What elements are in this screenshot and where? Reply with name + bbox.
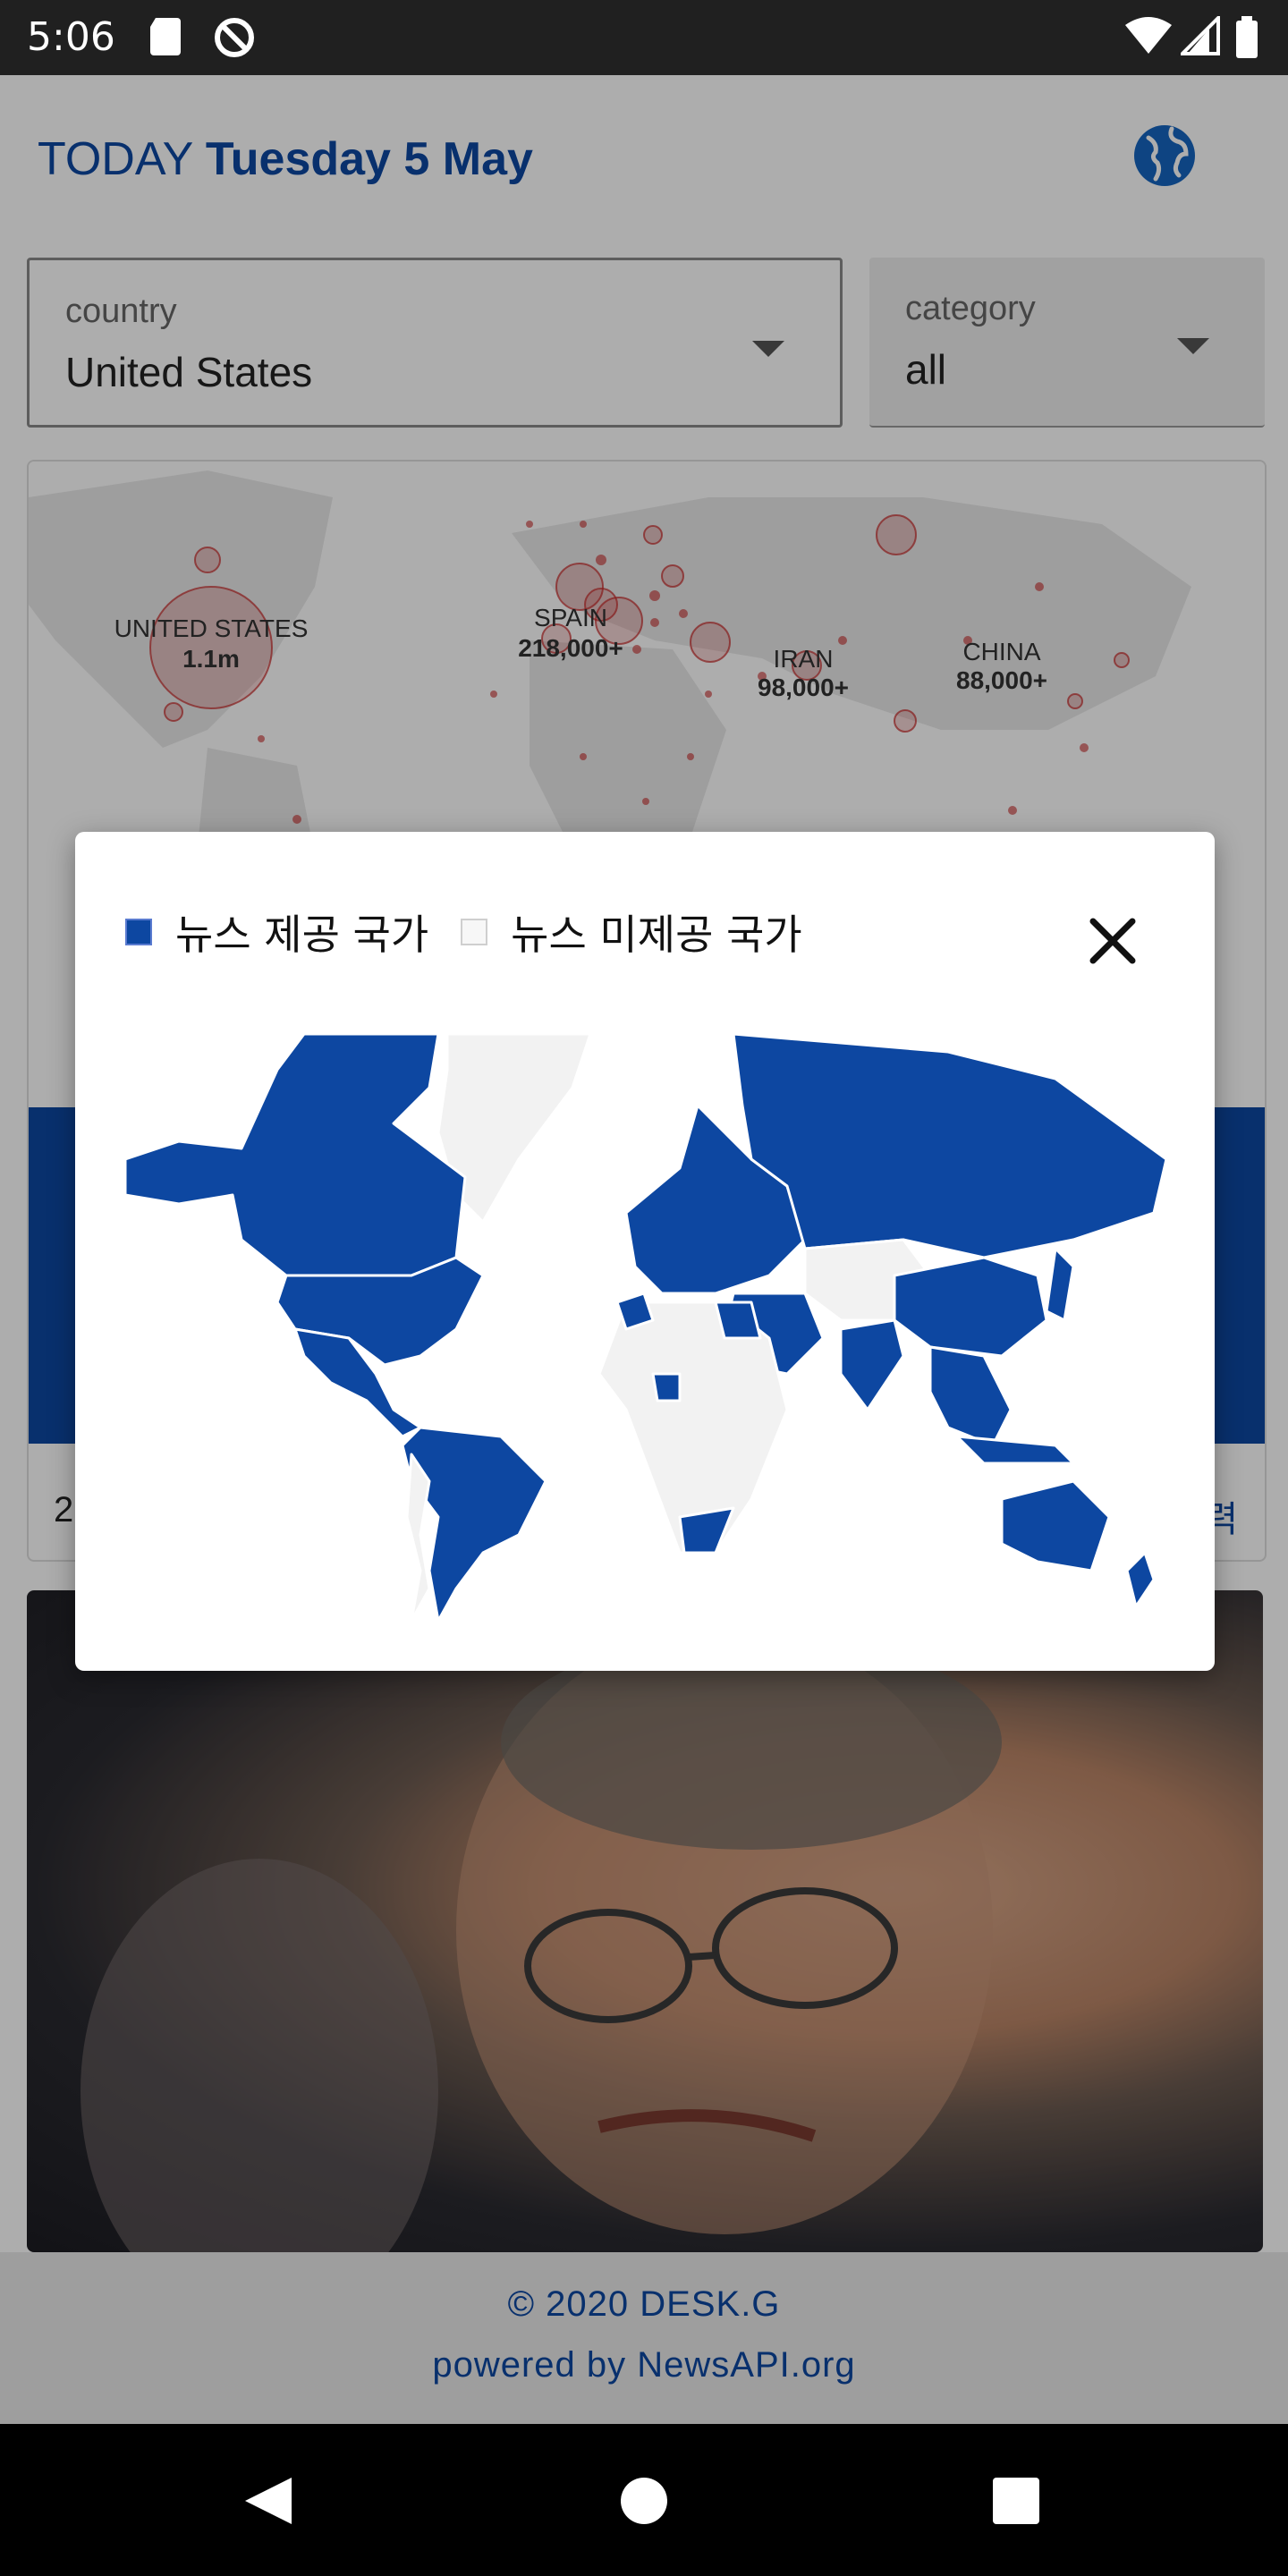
sd-card-icon [150, 18, 181, 55]
status-bar: 5:06 [0, 0, 1288, 75]
home-icon[interactable] [590, 2424, 698, 2576]
wifi-icon [1125, 17, 1172, 54]
signal-icon [1181, 16, 1220, 55]
battery-icon [1236, 16, 1258, 58]
legend-not-provided-swatch [461, 919, 488, 945]
map-legend: 뉴스 제공 국가 뉴스 미제공 국가 [125, 905, 802, 959]
system-nav-bar [0, 2424, 1288, 2576]
legend-provided-swatch [125, 919, 152, 945]
close-icon[interactable] [1077, 905, 1148, 977]
status-time: 5:06 [27, 14, 115, 60]
news-coverage-dialog: 뉴스 제공 국가 뉴스 미제공 국가 [75, 832, 1215, 1671]
recents-icon[interactable] [962, 2424, 1070, 2576]
sync-icon [215, 18, 254, 57]
news-coverage-world-map [125, 1034, 1166, 1621]
legend-not-provided-label: 뉴스 미제공 국가 [511, 911, 802, 959]
back-icon[interactable] [215, 2424, 322, 2576]
legend-provided-label: 뉴스 제공 국가 [175, 911, 429, 959]
